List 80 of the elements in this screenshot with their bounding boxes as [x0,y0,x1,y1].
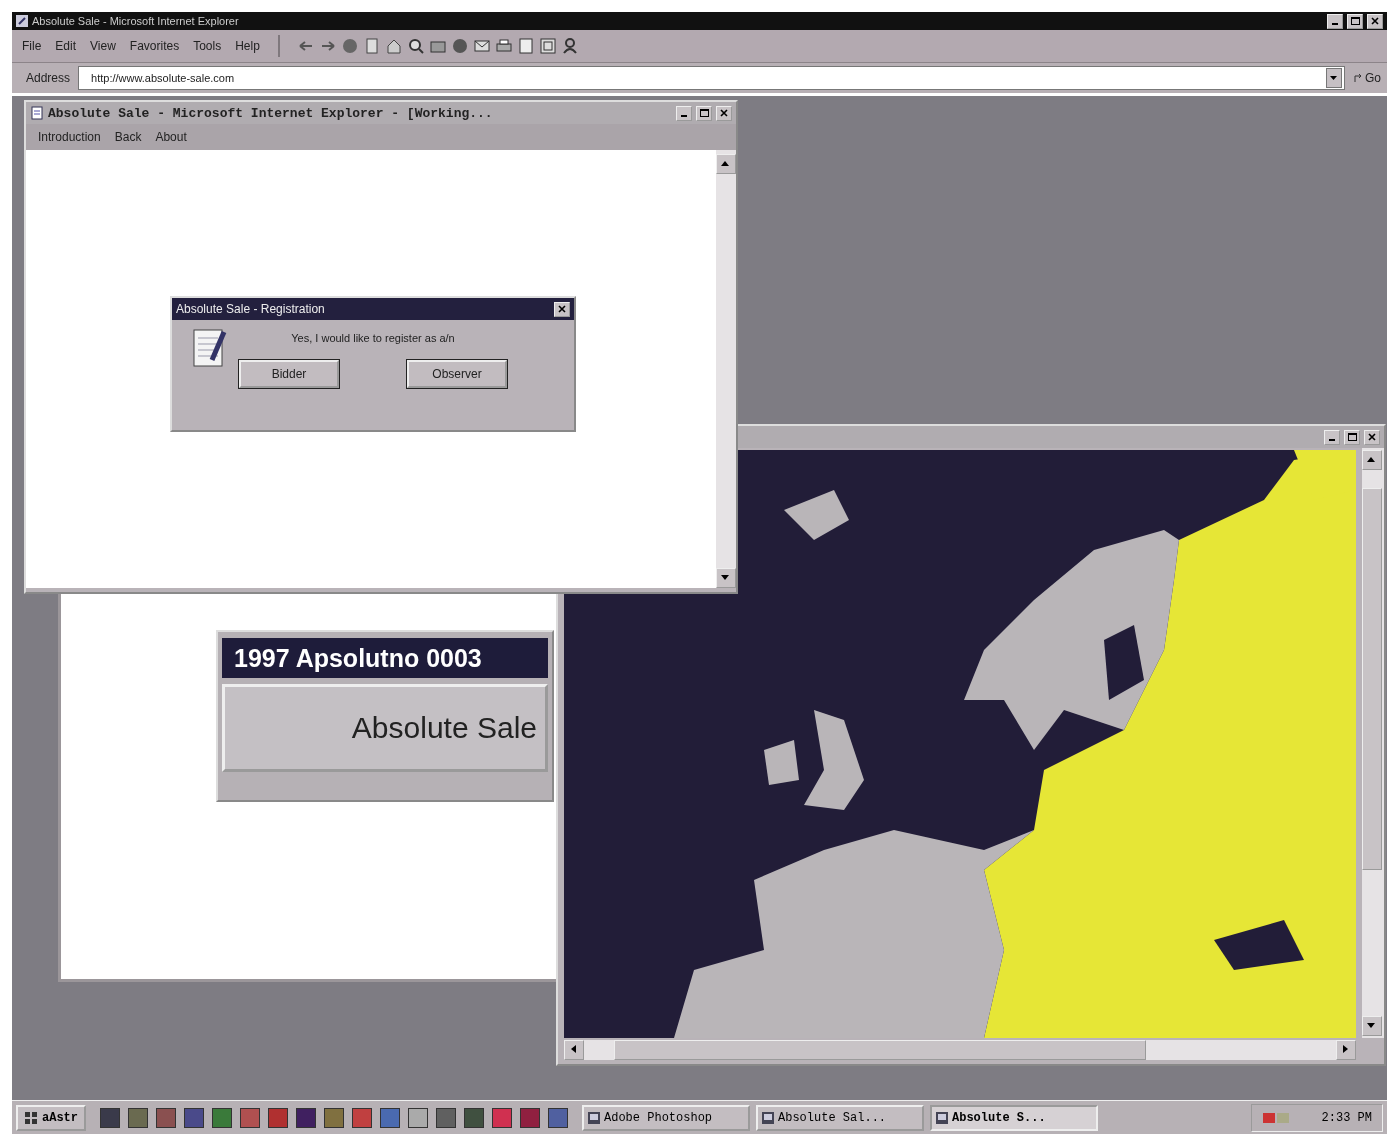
window-title: Absolute Sale - Microsoft Internet Explorer - [Working... [48,105,493,121]
scroll-up-button[interactable] [1362,450,1382,470]
document-icon[interactable] [517,38,534,54]
scroll-thumb[interactable] [1362,488,1382,870]
address-label: Address [26,71,71,85]
dialog-button[interactable]: Bidder [239,360,339,388]
scroll-down-button[interactable] [716,568,736,588]
search-icon[interactable] [407,38,424,54]
app-icon[interactable] [352,1108,372,1128]
dialog-title: Absolute Sale - Registration [176,302,325,316]
window-icon [762,1112,774,1124]
clock: 2:33 PM [1321,1111,1372,1125]
maximize-icon [699,109,709,117]
maximize-icon [1347,433,1357,441]
scrollbar[interactable] [716,150,736,588]
scrollbar[interactable] [1362,448,1384,1038]
scroll-right-button[interactable] [1336,1040,1356,1060]
close-icon [720,109,728,117]
close-icon [1368,433,1376,441]
maximize-button[interactable] [1347,13,1363,29]
browser-icon [16,15,28,27]
maximize-button[interactable] [1344,429,1360,445]
tray-icon [1261,1110,1292,1126]
scroll-left-button[interactable] [564,1040,584,1060]
scroll-thumb[interactable] [614,1040,1146,1060]
close-icon [1371,17,1379,25]
menu-item[interactable]: View [90,39,116,53]
menu-item[interactable]: Help [235,39,260,53]
close-button[interactable] [1367,13,1383,29]
minimize-button[interactable] [1324,429,1340,445]
back-arrow-icon[interactable] [297,39,314,53]
close-icon [558,305,566,313]
menu-item[interactable]: Favorites [129,39,180,53]
address-field[interactable]: http://www.absolute-sale.com [78,66,1345,90]
start-button[interactable]: aAstr [16,1105,86,1131]
close-button[interactable] [1364,429,1380,445]
home-icon[interactable] [385,38,402,54]
menu-item[interactable]: Tools [193,39,222,53]
menu-item[interactable]: Back [114,130,142,144]
forward-arrow-icon[interactable] [319,39,336,53]
close-button[interactable] [554,301,570,317]
app-icon[interactable] [408,1108,428,1128]
scrollbar[interactable] [564,1040,1356,1060]
printer-icon[interactable] [495,38,512,54]
dropdown-button[interactable] [1326,68,1342,88]
splash-title: 1997 Apsolutno 0003 [222,638,548,678]
absolute-sale-button[interactable]: Absolute Sale [222,684,548,772]
frame-icon[interactable] [539,38,556,54]
app-icon[interactable] [212,1108,232,1128]
taskbar-button[interactable]: Adobe Photoshop [582,1105,750,1131]
close-button[interactable] [716,105,732,121]
menu-item[interactable]: Edit [55,39,77,53]
app-icon[interactable] [128,1108,148,1128]
maximize-button[interactable] [696,105,712,121]
mail-icon[interactable] [473,38,490,54]
window-icon [936,1112,948,1124]
app-icon[interactable] [380,1108,400,1128]
scroll-down-button[interactable] [1362,1016,1382,1036]
page-icon [30,106,44,120]
scroll-up-button[interactable] [716,154,736,174]
window-icon [588,1112,600,1124]
menu-item[interactable]: Introduction [38,130,101,144]
arrow-icon [1353,72,1363,84]
maximize-icon [1350,17,1360,25]
minimize-button[interactable] [676,105,692,121]
taskbar-button[interactable]: Absolute S... [930,1105,1098,1131]
menu-item[interactable]: About [155,130,187,144]
app-icon[interactable] [324,1108,344,1128]
caret-icon [1330,76,1338,80]
menu-item[interactable]: File [22,39,42,53]
minimize-button[interactable] [1327,13,1343,29]
dialog-message: Yes, I would like to register as a/n [291,332,455,344]
go-button[interactable]: Go [1353,71,1381,85]
person-icon[interactable] [561,38,578,54]
app-icon[interactable] [240,1108,260,1128]
windows-icon [24,1111,38,1125]
window-title: Absolute Sale - Microsoft Internet Explorer [32,15,239,27]
app-icon[interactable] [492,1108,512,1128]
dialog-button[interactable]: Observer [407,360,507,388]
taskbar-button[interactable]: Absolute Sal... [756,1105,924,1131]
